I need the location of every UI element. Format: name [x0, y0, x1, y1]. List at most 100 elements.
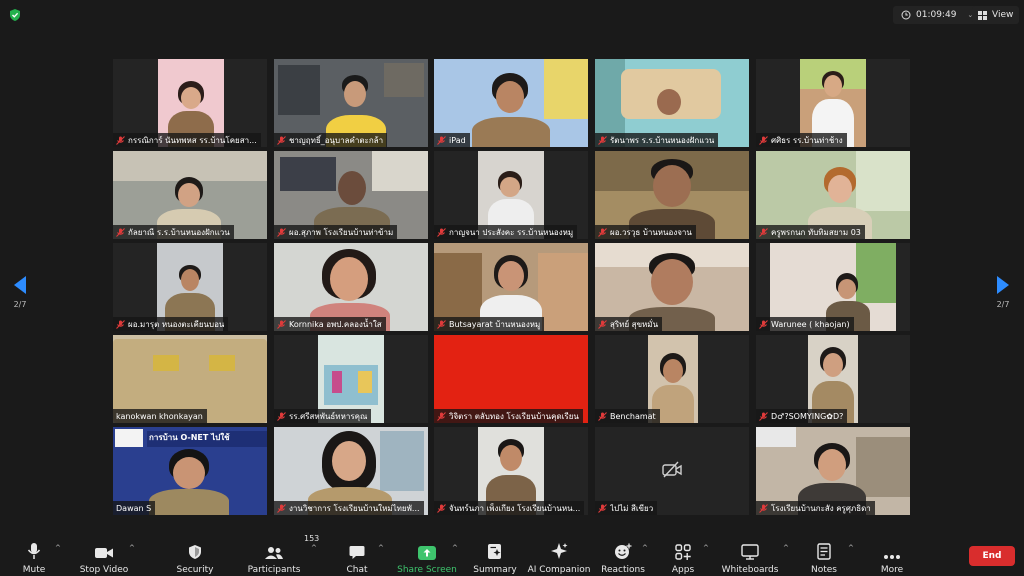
- participant-tile[interactable]: D♂?SOMYING✿D?: [756, 335, 910, 423]
- more-button[interactable]: More: [872, 528, 912, 576]
- participant-name-bar: kanokwan khonkayan: [113, 409, 207, 423]
- participant-name: kanokwan khonkayan: [116, 411, 203, 421]
- participant-tile[interactable]: กาญจนา ประสังคะ รร.บ้านหนองหมู: [434, 151, 588, 239]
- participant-name: กัลยาณี ร.ร.บ้านหนองฝักแวน: [128, 227, 230, 237]
- reactions-button[interactable]: Reactions: [600, 528, 646, 576]
- participant-name-bar: กัลยาณี ร.ร.บ้านหนองฝักแวน: [113, 225, 234, 239]
- participant-name: รัตนาพร ร.ร.บ้านหนองฝักแวน: [610, 135, 715, 145]
- mic-muted-icon: [277, 227, 286, 237]
- ai-companion-button[interactable]: AI Companion: [526, 528, 592, 576]
- participant-name-bar: รร.ศรีสหพันธ์ทหารคุณ: [274, 409, 372, 423]
- apps-options-chevron-icon[interactable]: ^: [703, 544, 709, 552]
- tile-banner-text: การบ้าน O-NET ไปใช้: [149, 433, 230, 442]
- apps-button[interactable]: Apps: [666, 528, 700, 576]
- view-button[interactable]: View: [972, 6, 1020, 24]
- chat-button[interactable]: Chat: [340, 528, 374, 576]
- participant-tile[interactable]: รร.ศรีสหพันธ์ทหารคุณ: [274, 335, 428, 423]
- previous-page-button[interactable]: 2/7: [9, 276, 31, 309]
- participant-tile[interactable]: Kornnika อพป.คลองน้ำใส: [274, 243, 428, 331]
- participant-name-bar: ไปไม่ สีเขียว: [595, 501, 658, 515]
- mic-muted-icon: [759, 319, 768, 329]
- participant-tile[interactable]: กรรณิการ์ นันทพหส รร.บ้านโคยสา...: [113, 59, 267, 147]
- participant-name-bar: Dawan S: [113, 501, 156, 515]
- participant-tile[interactable]: รัตนาพร ร.ร.บ้านหนองฝักแวน: [595, 59, 749, 147]
- participant-name-bar: ผอ.สุภาพ โรงเรียนบ้านท่าข้าม: [274, 225, 398, 239]
- participant-tile[interactable]: Benchamat: [595, 335, 749, 423]
- stop-video-button[interactable]: Stop Video: [76, 528, 132, 576]
- participant-name-bar: กาญจนา ประสังคะ รร.บ้านหนองหมู: [434, 225, 578, 239]
- participant-name: ผอ.มารุต หนองตะเคียนบอน: [128, 319, 225, 329]
- participant-tile[interactable]: Butsayarat บ้านหนองหมู: [434, 243, 588, 331]
- video-options-chevron-icon[interactable]: ^: [129, 544, 135, 552]
- participant-name: สุริทย์ สุขหมั่น: [610, 319, 659, 329]
- participant-name-bar: สุริทย์ สุขหมั่น: [595, 317, 663, 331]
- participant-name-bar: กรรณิการ์ นันทพหส รร.บ้านโคยสา...: [113, 133, 261, 147]
- participant-tile[interactable]: ศศิธร รร.บ้านท่าช้าง: [756, 59, 910, 147]
- security-button[interactable]: Security: [172, 528, 218, 576]
- participants-button[interactable]: 153 Participants: [246, 528, 320, 576]
- participant-tile[interactable]: การบ้าน O-NET ไปใช้ Dawan S: [113, 427, 267, 515]
- mute-options-chevron-icon[interactable]: ^: [55, 544, 61, 552]
- participant-tile[interactable]: ผอ.สุภาพ โรงเรียนบ้านท่าข้าม: [274, 151, 428, 239]
- video-feed: [332, 371, 342, 393]
- video-camera-icon: [95, 548, 113, 558]
- notes-button[interactable]: Notes: [808, 528, 840, 576]
- mic-muted-icon: [277, 135, 286, 145]
- participant-tile[interactable]: กัลยาณี ร.ร.บ้านหนองฝักแวน: [113, 151, 267, 239]
- participant-tile[interactable]: สุริทย์ สุขหมั่น: [595, 243, 749, 331]
- stop-video-label: Stop Video: [79, 565, 129, 575]
- video-feed: [372, 151, 428, 191]
- notes-icon: [817, 543, 831, 560]
- view-label: View: [992, 10, 1014, 20]
- next-page-button[interactable]: 2/7: [992, 276, 1014, 309]
- chat-options-chevron-icon[interactable]: ^: [378, 544, 384, 552]
- video-feed: [181, 269, 199, 291]
- participant-tile[interactable]: จันทร์นภา เพ็งเกียง โรงเรียนบ้านหน...: [434, 427, 588, 515]
- mic-muted-icon: [277, 503, 286, 513]
- summary-button[interactable]: Summary: [472, 528, 518, 576]
- share-options-chevron-icon[interactable]: ^: [452, 544, 458, 552]
- participant-name-bar: ศศิธร รร.บ้านท่าช้าง: [756, 133, 847, 147]
- participants-options-chevron-icon[interactable]: ^: [311, 544, 317, 552]
- participant-name: ชาญฤทธิ์_อนุบาลคำตะกล้า: [289, 135, 384, 145]
- mute-button[interactable]: Mute: [14, 528, 54, 576]
- video-feed: [332, 441, 366, 481]
- share-screen-icon: [418, 546, 436, 560]
- participant-tile[interactable]: วิจิตรา ตลับทอง โรงเรียนบ้านคุดเรียน: [434, 335, 588, 423]
- video-feed: [115, 429, 143, 447]
- video-feed: [181, 87, 201, 109]
- participant-tile[interactable]: kanokwan khonkayan: [113, 335, 267, 423]
- whiteboards-options-chevron-icon[interactable]: ^: [783, 544, 789, 552]
- end-meeting-button[interactable]: End: [969, 546, 1015, 566]
- participant-tile[interactable]: ไปไม่ สีเขียว: [595, 427, 749, 515]
- security-label: Security: [176, 565, 214, 575]
- participant-tile[interactable]: ผอ.มารุต หนองตะเคียนบอน: [113, 243, 267, 331]
- reactions-label: Reactions: [601, 565, 645, 575]
- whiteboards-button[interactable]: Whiteboards: [722, 528, 778, 576]
- mic-muted-icon: [598, 135, 607, 145]
- participant-name: Butsayarat บ้านหนองหมู: [449, 319, 541, 329]
- participant-tile[interactable]: งานวิชาการ โรงเรียนบ้านใหม่ไทยพั...: [274, 427, 428, 515]
- participants-count: 153: [304, 534, 320, 543]
- participant-tile[interactable]: ผอ.วรวุธ บ้านหนองจาน: [595, 151, 749, 239]
- participant-tile[interactable]: ชาญฤทธิ์_อนุบาลคำตะกล้า: [274, 59, 428, 147]
- ai-companion-label: AI Companion: [527, 565, 591, 575]
- participant-tile[interactable]: โรงเรียนบ้านกะสัง ครูศุภธิดา: [756, 427, 910, 515]
- reactions-options-chevron-icon[interactable]: ^: [642, 544, 648, 552]
- share-screen-button[interactable]: Share Screen: [397, 528, 457, 576]
- mic-muted-icon: [277, 411, 286, 421]
- participant-name: Warunee ( khaojan): [771, 319, 850, 329]
- participant-tile[interactable]: ครูพรกนก ทับทิมสยาม 03: [756, 151, 910, 239]
- meeting-timer[interactable]: 01:09:49 ⌄: [893, 6, 982, 24]
- people-icon: [265, 547, 283, 559]
- participant-tile[interactable]: Warunee ( khaojan): [756, 243, 910, 331]
- participant-name: ไปไม่ สีเขียว: [610, 503, 654, 513]
- video-feed: [472, 117, 550, 147]
- shield-check-icon[interactable]: [8, 8, 22, 22]
- video-feed: [496, 81, 524, 113]
- video-feed: [663, 359, 683, 383]
- notes-options-chevron-icon[interactable]: ^: [848, 544, 854, 552]
- mic-muted-icon: [437, 227, 446, 237]
- participant-tile[interactable]: iPad: [434, 59, 588, 147]
- video-feed: [824, 75, 842, 97]
